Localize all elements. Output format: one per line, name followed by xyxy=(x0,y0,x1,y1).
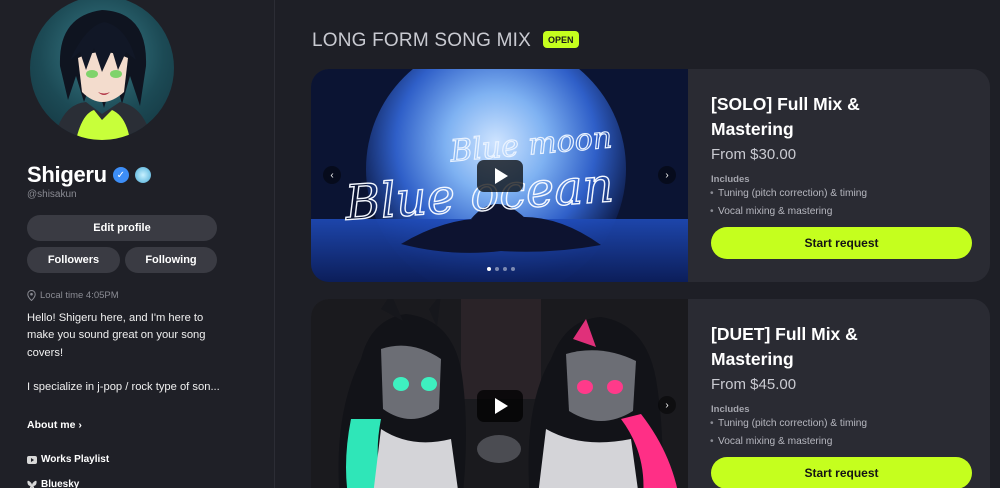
verified-badge-icon: ✓ xyxy=(112,167,129,183)
carousel-dot[interactable] xyxy=(495,267,499,271)
card-media-carousel: Blue moon Blue ocean ‹ › xyxy=(311,69,688,282)
includes-label: Includes xyxy=(711,174,750,185)
section-title: LONG FORM SONG MIX xyxy=(312,30,531,51)
bio-text: Hello! Shigeru here, and I'm here to mak… xyxy=(27,312,220,394)
about-me-link[interactable]: About me › xyxy=(27,419,82,431)
bluesky-icon xyxy=(27,480,37,488)
following-button[interactable]: Following xyxy=(125,247,217,273)
profile-name: Shigeru xyxy=(27,162,107,187)
carousel-next-button[interactable]: › xyxy=(658,166,676,184)
service-card-duet[interactable]: › [DUET] Full Mix & Mastering From $45.0… xyxy=(311,299,990,488)
start-request-button[interactable]: Start request xyxy=(711,227,972,259)
include-item: Vocal mixing & mastering xyxy=(710,436,832,447)
location-pin-icon xyxy=(27,290,36,301)
local-time-text: Local time 4:05PM xyxy=(40,290,119,301)
play-video-button[interactable] xyxy=(477,160,523,192)
card-price: From $45.00 xyxy=(711,376,797,393)
chevron-right-icon: › xyxy=(78,419,82,431)
card-media-carousel: › xyxy=(311,299,688,488)
works-playlist-link[interactable]: Works Playlist xyxy=(27,454,109,465)
name-row: Shigeru ✓ xyxy=(27,162,151,188)
service-card-solo[interactable]: Blue moon Blue ocean ‹ › [SOLO] Full Mix… xyxy=(311,69,990,282)
carousel-dots xyxy=(487,267,515,271)
carousel-dot[interactable] xyxy=(503,267,507,271)
includes-label: Includes xyxy=(711,404,750,415)
card-title: [DUET] Full Mix & Mastering xyxy=(711,324,858,369)
open-status-badge: OPEN xyxy=(543,31,579,48)
youtube-icon xyxy=(27,455,37,464)
bluesky-link[interactable]: Bluesky xyxy=(27,479,79,488)
include-item: Vocal mixing & mastering xyxy=(710,206,832,217)
avatar-illustration xyxy=(54,10,152,140)
carousel-prev-button[interactable]: ‹ xyxy=(323,166,341,184)
start-request-button[interactable]: Start request xyxy=(711,457,972,488)
card-title: [SOLO] Full Mix & Mastering xyxy=(711,94,860,139)
play-video-button[interactable] xyxy=(477,390,523,422)
card-price: From $30.00 xyxy=(711,146,797,163)
carousel-dot[interactable] xyxy=(487,267,491,271)
creator-badge-icon xyxy=(134,167,151,183)
local-time: Local time 4:05PM xyxy=(27,290,119,301)
followers-button[interactable]: Followers xyxy=(27,247,120,273)
avatar[interactable] xyxy=(30,0,174,140)
carousel-next-button[interactable]: › xyxy=(658,396,676,414)
include-item: Tuning (pitch correction) & timing xyxy=(710,418,867,429)
works-playlist-label: Works Playlist xyxy=(41,454,110,465)
card-info: [SOLO] Full Mix & Mastering From $30.00 … xyxy=(688,69,990,282)
edit-profile-button[interactable]: Edit profile xyxy=(27,215,217,241)
profile-bio: Hello! Shigeru here, and I'm here to mak… xyxy=(27,310,227,396)
include-item: Tuning (pitch correction) & timing xyxy=(710,188,867,199)
carousel-dot[interactable] xyxy=(511,267,515,271)
bluesky-label: Bluesky xyxy=(41,479,80,488)
about-me-label: About me xyxy=(27,419,76,431)
profile-handle: @shisakun xyxy=(27,189,77,200)
card-info: [DUET] Full Mix & Mastering From $45.00 … xyxy=(688,299,990,488)
profile-sidebar: Shigeru ✓ @shisakun Edit profile Followe… xyxy=(0,0,275,488)
